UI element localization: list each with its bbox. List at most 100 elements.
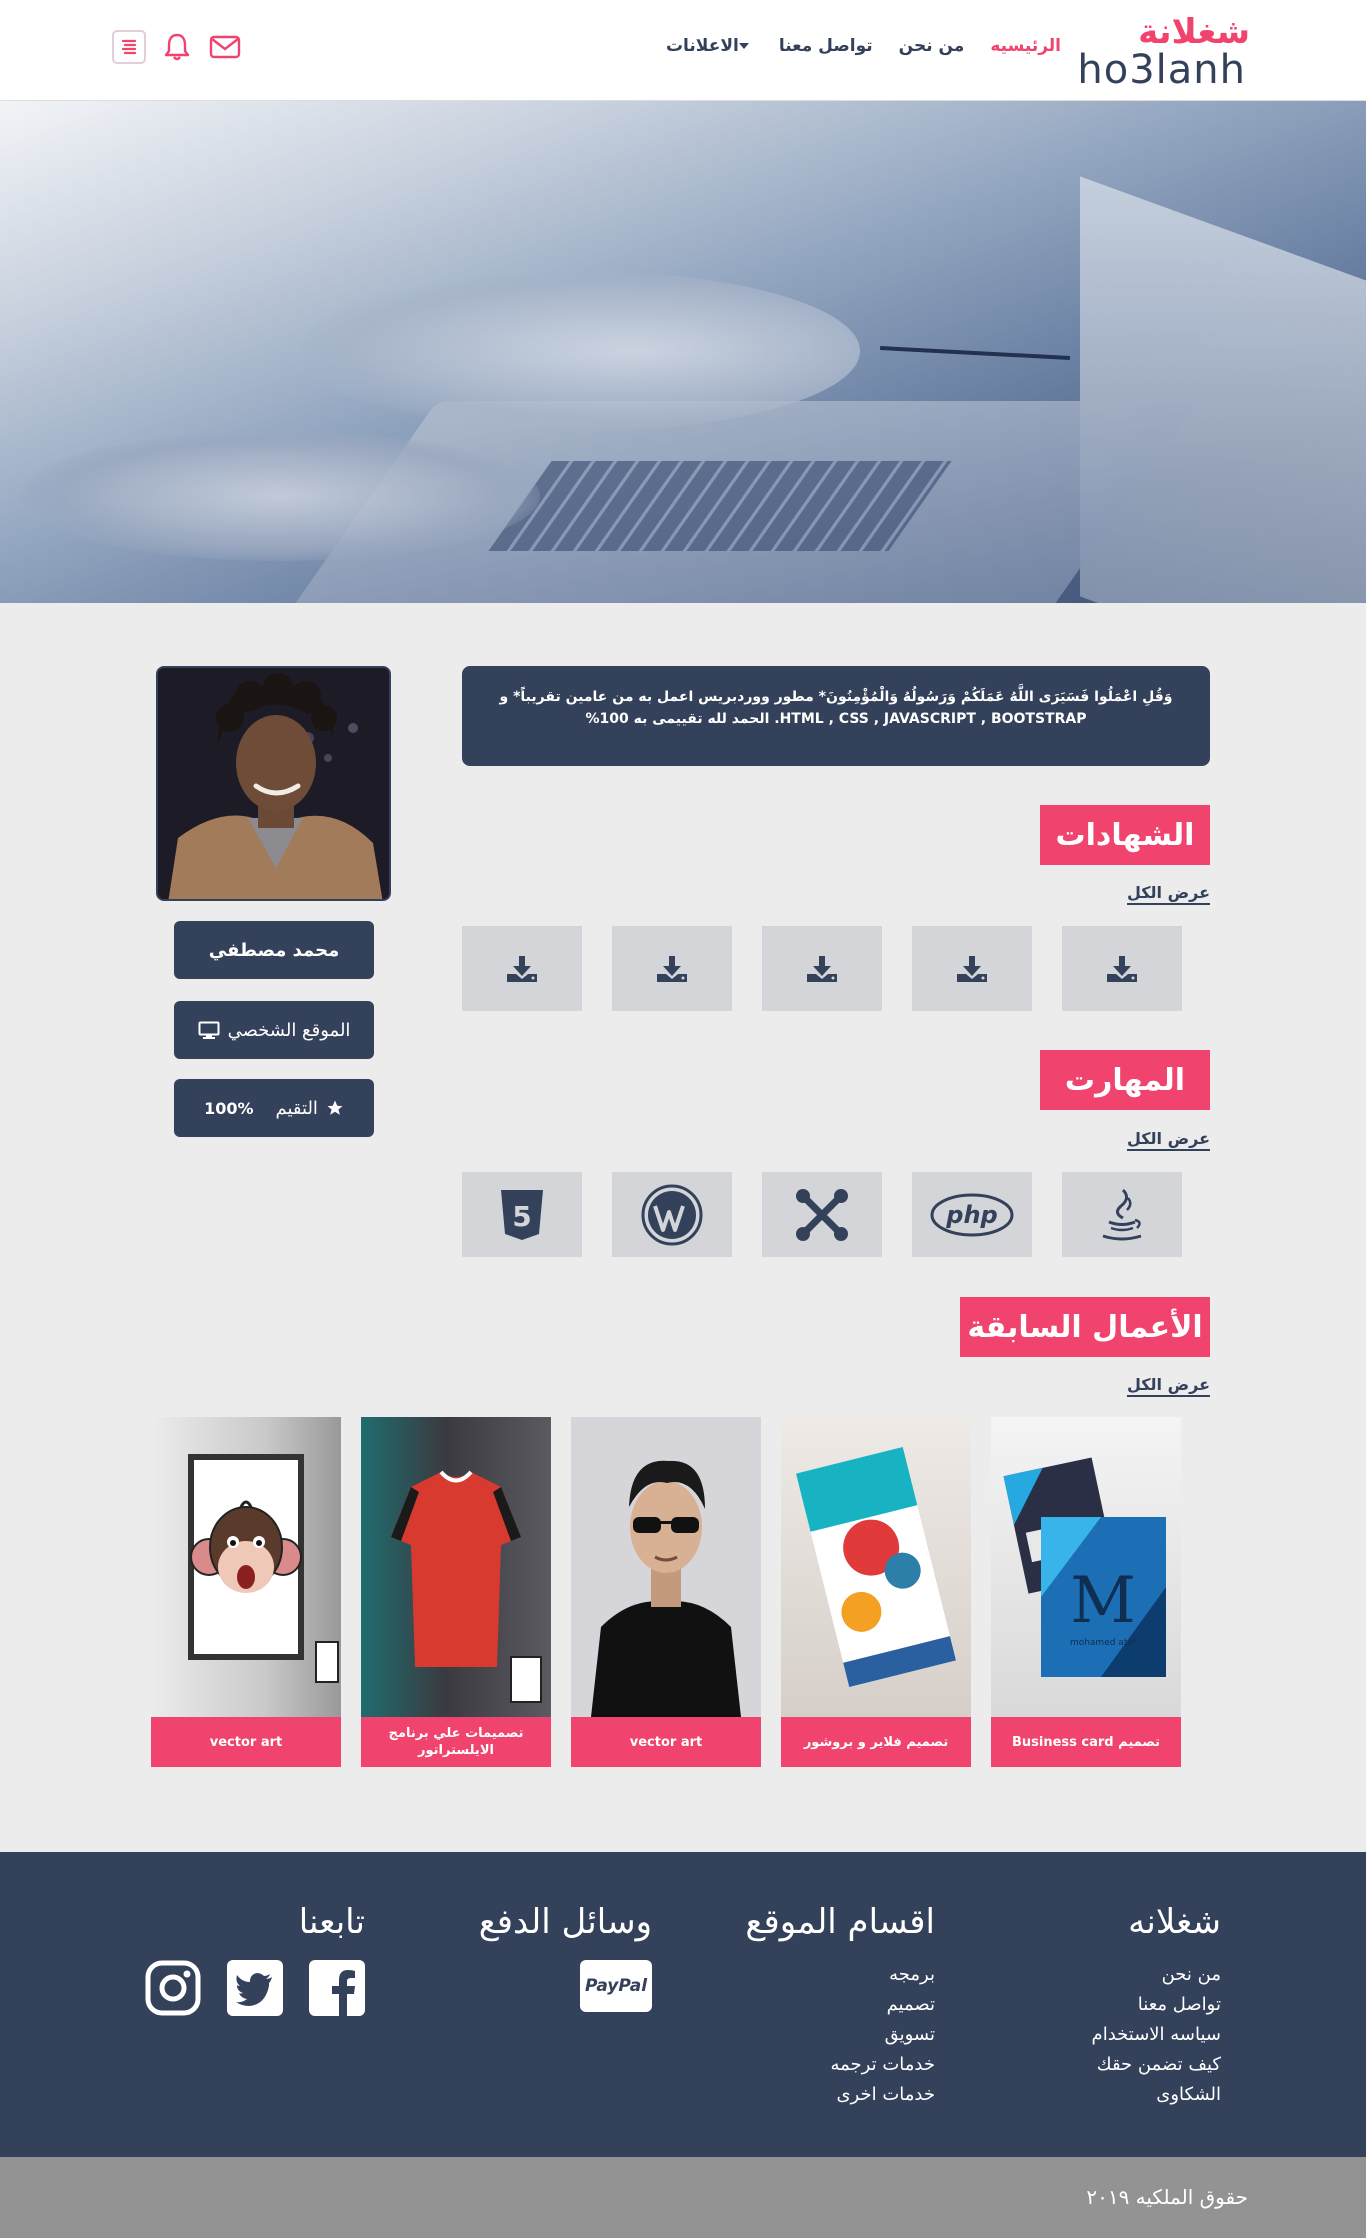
footer-link[interactable]: خدمات اخرى xyxy=(745,2080,935,2110)
nav-ads-dropdown[interactable]: الاعلانات xyxy=(666,36,753,56)
profile-name-button[interactable]: محمد مصطفي xyxy=(174,921,374,979)
hero-screen-shape xyxy=(1080,176,1366,603)
site-header: شغلانة ho3lanh الرئيسيه من نحن تواصل معن… xyxy=(0,0,1366,101)
html5-text: 5 xyxy=(512,1200,531,1233)
certificate-tile[interactable] xyxy=(612,926,732,1011)
profile-bio: وَقُلِ اعْمَلُوا فَسَيَرَى اللَّهُ عَمَل… xyxy=(462,666,1210,766)
footer-title-payment: وسائل الدفع xyxy=(478,1902,652,1942)
joomla-icon xyxy=(796,1188,848,1241)
paypal-label: PayPal xyxy=(584,1976,648,1996)
main-nav: الرئيسيه من نحن تواصل معنا الاعلانات xyxy=(666,36,1061,56)
certificates-title: الشهادات xyxy=(1040,805,1210,865)
footer-link[interactable]: من نحن xyxy=(1092,1960,1221,1990)
star-icon xyxy=(327,1100,343,1115)
portfolio-item[interactable]: vector art xyxy=(571,1417,761,1767)
site-logo[interactable]: شغلانة ho3lanh xyxy=(1077,12,1260,92)
header-actions xyxy=(112,30,242,64)
website-button[interactable]: الموقع الشخصي xyxy=(174,1001,374,1059)
skill-tile-joomla[interactable] xyxy=(762,1172,882,1257)
footer-title-sections: اقسام الموقع xyxy=(745,1902,935,1942)
website-label: الموقع الشخصي xyxy=(227,1019,351,1041)
footer-title-site: شغلانه xyxy=(1128,1902,1221,1942)
skill-tile-php[interactable]: php xyxy=(912,1172,1032,1257)
monitor-icon xyxy=(198,1021,220,1039)
instagram-icon[interactable] xyxy=(145,1960,201,2020)
php-icon: php xyxy=(930,1193,1014,1236)
certificate-tile[interactable] xyxy=(462,926,582,1011)
download-icon xyxy=(507,955,537,982)
nav-about[interactable]: من نحن xyxy=(899,36,965,56)
footer-col-site: شغلانه من نحن تواصل معنا سياسه الاستخدام… xyxy=(1092,1902,1221,2110)
footer-link[interactable]: سياسه الاستخدام xyxy=(1092,2020,1221,2050)
hero-hand-shape xyxy=(20,431,540,561)
skill-tile-wordpress[interactable] xyxy=(612,1172,732,1257)
profile-avatar xyxy=(156,666,391,901)
portfolio-caption: تصميمات علي برنامج الايلستراتور xyxy=(361,1717,551,1767)
footer-link[interactable]: تواصل معنا xyxy=(1092,1990,1221,2020)
nav-contact[interactable]: تواصل معنا xyxy=(779,36,873,56)
footer-link[interactable]: برمجه xyxy=(745,1960,935,1990)
profile-name: محمد مصطفي xyxy=(208,939,340,961)
mail-icon[interactable] xyxy=(208,30,242,64)
facebook-icon[interactable] xyxy=(309,1960,365,2020)
portfolio-image xyxy=(781,1417,971,1717)
hero-hand-shape xyxy=(300,271,860,431)
works-title: الأعمال السابقة xyxy=(960,1297,1210,1357)
bell-icon[interactable] xyxy=(160,30,194,64)
footer-link[interactable]: تسويق xyxy=(745,2020,935,2050)
certificate-tile[interactable] xyxy=(912,926,1032,1011)
certificates-view-all[interactable]: عرض الكل xyxy=(1126,883,1210,905)
certificate-tile[interactable] xyxy=(762,926,882,1011)
portfolio-caption: vector art xyxy=(151,1717,341,1767)
footer-col-sections: اقسام الموقع برمجه تصميم تسويق خدمات ترج… xyxy=(745,1902,935,2110)
skill-tile-html5[interactable]: 5 xyxy=(462,1172,582,1257)
skill-tile-java[interactable] xyxy=(1062,1172,1182,1257)
twitter-icon[interactable] xyxy=(227,1960,283,2020)
site-footer: شغلانه من نحن تواصل معنا سياسه الاستخدام… xyxy=(0,1852,1366,2157)
rating-label: التقيم xyxy=(275,1097,318,1119)
wordpress-icon xyxy=(641,1184,703,1245)
portfolio-image xyxy=(361,1417,551,1717)
hero-banner xyxy=(0,101,1366,603)
works-view-all[interactable]: عرض الكل xyxy=(1126,1375,1210,1397)
html5-icon: 5 xyxy=(501,1189,543,1240)
ads-label: الاعلانات xyxy=(665,36,739,56)
hero-keyboard-shape xyxy=(488,461,952,551)
footer-link[interactable]: الشكاوى xyxy=(1092,2080,1221,2110)
portfolio-image xyxy=(151,1417,341,1717)
portfolio-item[interactable]: تصميم فلاير و بروشور xyxy=(781,1417,971,1767)
hero-pen-shape xyxy=(880,346,1070,360)
footer-link[interactable]: كيف تضمن حقك xyxy=(1092,2050,1221,2080)
portfolio-item[interactable]: M mohamed atef تصميم Business card xyxy=(991,1417,1181,1767)
rating-value: 100% xyxy=(204,1098,254,1118)
skills-title: المهارت xyxy=(1040,1050,1210,1110)
logo-arabic: شغلانة xyxy=(1138,12,1250,52)
card-name: mohamed atef xyxy=(1070,1638,1137,1648)
paypal-icon[interactable]: PayPal xyxy=(580,1960,652,2012)
copyright-text: حقوق الملكيه ٢٠١٩ xyxy=(1086,2185,1248,2209)
certificate-tile[interactable] xyxy=(1062,926,1182,1011)
logo-latin: ho3lanh xyxy=(1077,47,1246,93)
nav-home[interactable]: الرئيسيه xyxy=(990,36,1061,56)
portfolio-caption: vector art xyxy=(571,1717,761,1767)
rating-button[interactable]: التقيم 100% xyxy=(174,1079,374,1137)
portfolio-caption: تصميم Business card xyxy=(991,1717,1181,1767)
portfolio-caption: تصميم فلاير و بروشور xyxy=(781,1717,971,1767)
social-icons xyxy=(145,1960,365,2020)
footer-col-social: تابعنا xyxy=(145,1902,365,2020)
card-letter: M xyxy=(1070,1564,1136,1638)
footer-title-social: تابعنا xyxy=(298,1902,365,1942)
menu-icon[interactable] xyxy=(112,30,146,64)
download-icon xyxy=(657,955,687,982)
download-icon xyxy=(1107,955,1137,982)
download-icon xyxy=(807,955,837,982)
php-text: php xyxy=(945,1201,997,1229)
copyright-bar: حقوق الملكيه ٢٠١٩ xyxy=(0,2157,1366,2238)
skills-view-all[interactable]: عرض الكل xyxy=(1126,1129,1210,1151)
portfolio-item[interactable]: vector art xyxy=(151,1417,341,1767)
portfolio-item[interactable]: تصميمات علي برنامج الايلستراتور xyxy=(361,1417,551,1767)
footer-col-payment: وسائل الدفع PayPal xyxy=(479,1902,652,2012)
portfolio-image: M mohamed atef xyxy=(991,1417,1181,1717)
footer-link[interactable]: خدمات ترجمه xyxy=(745,2050,936,2080)
footer-link[interactable]: تصميم xyxy=(745,1990,935,2020)
